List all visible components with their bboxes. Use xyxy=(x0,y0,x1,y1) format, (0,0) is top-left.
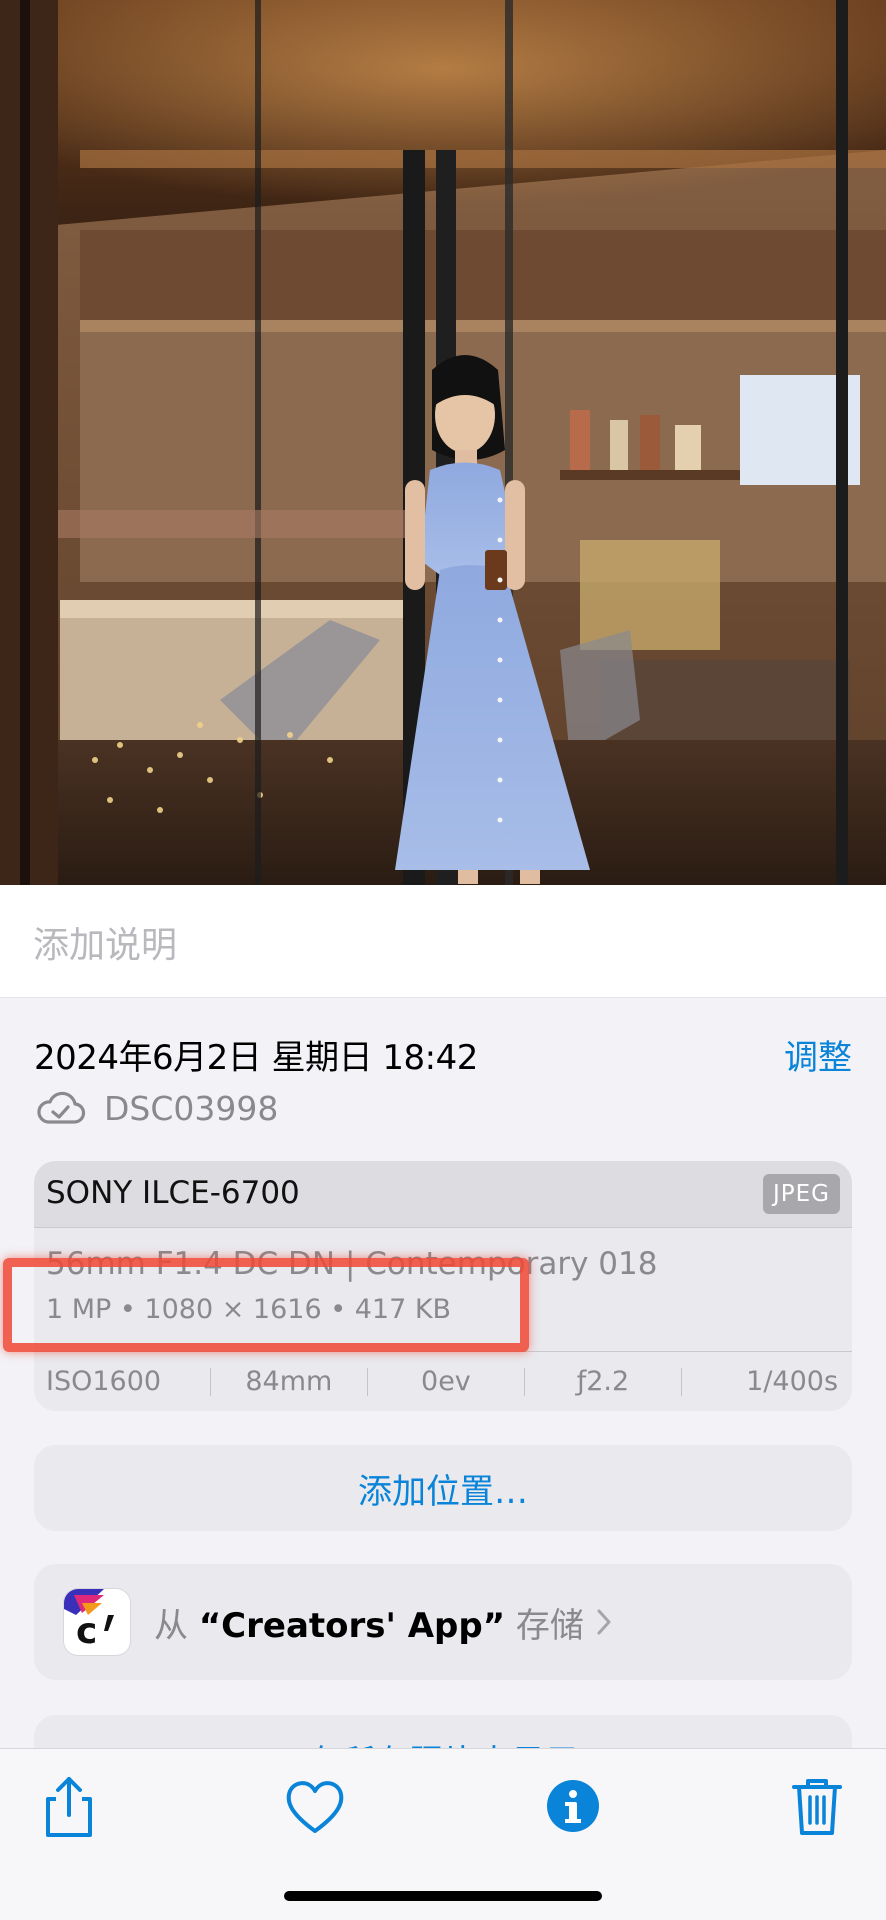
exif-shutter-speed: 1/400s xyxy=(746,1366,839,1397)
svg-text:c: c xyxy=(76,1611,97,1652)
exif-values-row: ISO1600 84mm 0ev ƒ2.2 1/400s xyxy=(34,1351,852,1411)
photo-info-screen: 2024年6月2日 星期日 18:42 调整 DSC03998 SONY ILC… xyxy=(0,0,886,1920)
lens-info: 56mm F1.4 DC DN | Contemporary 018 xyxy=(46,1246,658,1282)
saved-app-name: “Creators' App” xyxy=(198,1605,506,1646)
exif-aperture: ƒ2.2 xyxy=(576,1366,630,1397)
photo-image xyxy=(0,0,886,885)
caption-area xyxy=(0,885,886,998)
chevron-right-icon xyxy=(597,1609,611,1635)
exif-iso: ISO1600 xyxy=(46,1366,162,1397)
file-row: DSC03998 xyxy=(34,1086,278,1130)
exif-focal-length: 84mm xyxy=(245,1366,333,1397)
share-icon xyxy=(46,1777,92,1837)
heart-icon xyxy=(286,1781,344,1833)
saved-from-text: 从 “Creators' App” 存储 xyxy=(154,1598,584,1647)
exif-card: SONY ILCE-6700 JPEG 56mm F1.4 DC DN | Co… xyxy=(34,1161,852,1411)
add-location-button[interactable]: 添加位置… xyxy=(34,1445,852,1531)
info-icon xyxy=(547,1780,599,1832)
saved-suffix: 存储 xyxy=(515,1605,584,1646)
capture-datetime: 2024年6月2日 星期日 18:42 xyxy=(34,1038,478,1078)
camera-model: SONY ILCE-6700 xyxy=(46,1175,300,1211)
delete-button[interactable] xyxy=(782,1771,852,1841)
favorite-button[interactable] xyxy=(280,1771,350,1841)
file-name: DSC03998 xyxy=(104,1088,279,1128)
adjust-button[interactable]: 调整 xyxy=(784,1030,852,1079)
creators-app-icon: c xyxy=(64,1589,130,1655)
exif-card-header: SONY ILCE-6700 JPEG xyxy=(34,1161,852,1228)
caption-input[interactable] xyxy=(33,920,833,970)
home-indicator[interactable] xyxy=(284,1891,602,1901)
icloud-check-icon xyxy=(37,1091,86,1124)
format-badge: JPEG xyxy=(762,1174,840,1214)
share-button[interactable] xyxy=(34,1771,104,1841)
image-specs: 1 MP • 1080 × 1616 • 417 KB xyxy=(46,1294,452,1325)
saved-prefix: 从 xyxy=(154,1605,188,1646)
info-button[interactable] xyxy=(538,1771,608,1841)
trash-icon xyxy=(792,1779,842,1835)
saved-from-app-row[interactable]: c 从 “Creators' App” 存储 xyxy=(34,1564,852,1680)
exif-exposure-value: 0ev xyxy=(421,1366,471,1397)
photo-view[interactable] xyxy=(0,0,886,885)
